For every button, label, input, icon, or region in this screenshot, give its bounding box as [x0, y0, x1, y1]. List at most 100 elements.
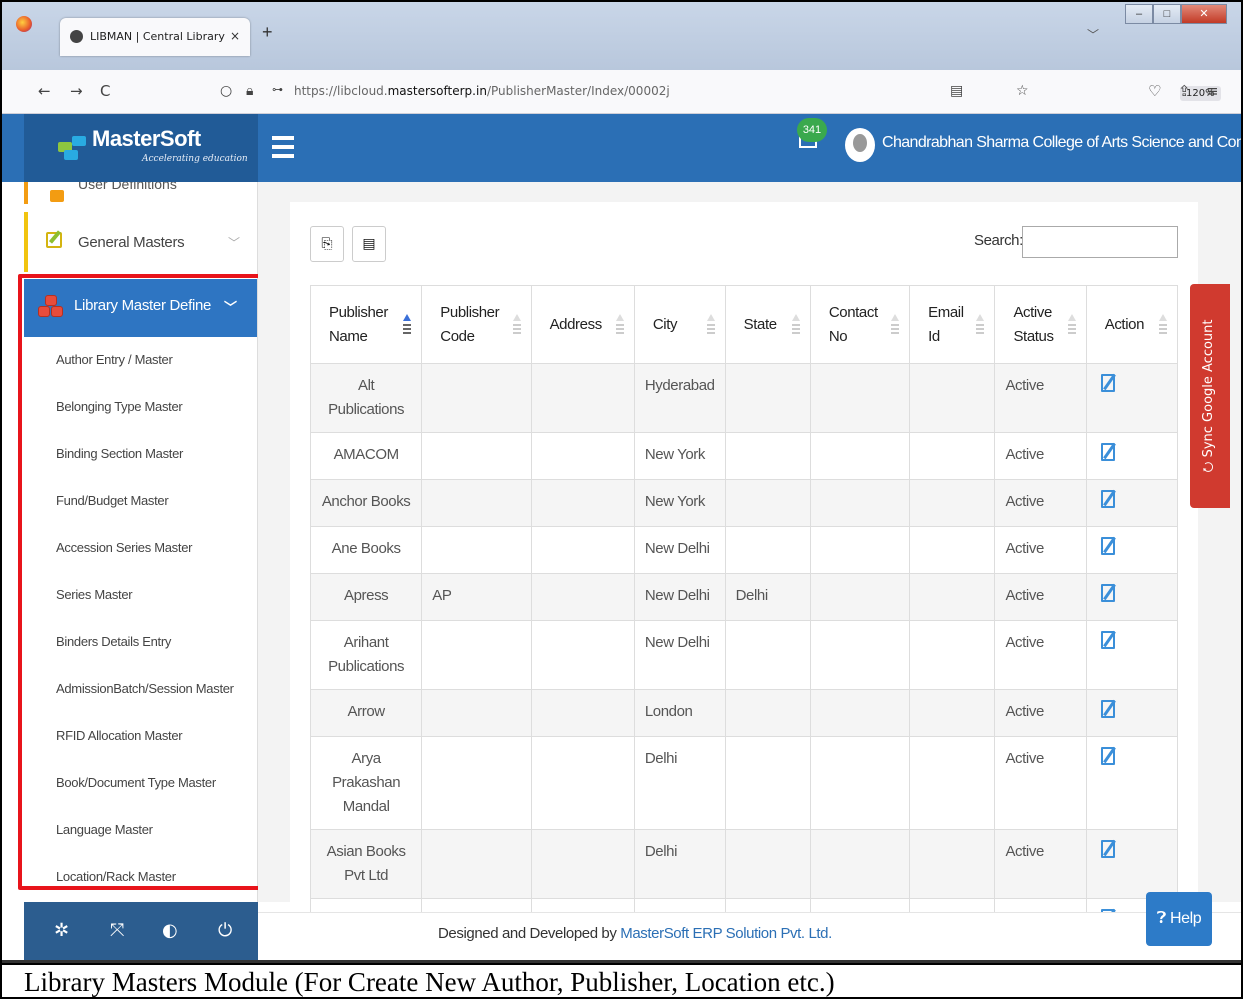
reader-view-icon[interactable]: ▤: [950, 83, 963, 99]
maximize-button[interactable]: □: [1153, 4, 1181, 24]
edit-icon[interactable]: [1100, 747, 1115, 765]
cell-city: [633, 898, 726, 912]
sidebar-item-user-definitions[interactable]: User Definitions: [24, 182, 257, 204]
edit-icon[interactable]: [1100, 840, 1115, 858]
cell-email: [909, 526, 996, 574]
column-header-active-status[interactable]: Active Status: [994, 285, 1087, 364]
edit-icon[interactable]: [1100, 443, 1115, 461]
publisher-panel: ⎘ ▤ Search: Publisher Name Publisher Code …: [290, 202, 1198, 912]
sort-icon: [891, 314, 900, 334]
sidebar-item-label: Library Master Define: [74, 297, 212, 314]
cell-state: [724, 620, 811, 690]
power-icon[interactable]: ⏻: [218, 920, 232, 941]
cell-contact: [809, 689, 911, 737]
footer-company-link[interactable]: MasterSoft ERP Solution Pvt. Ltd.: [620, 925, 832, 942]
window-close-button[interactable]: ✕: [1181, 4, 1227, 24]
export-document-button[interactable]: ▤: [352, 226, 386, 262]
cell-name: Asian Books Pvt Ltd: [309, 829, 423, 899]
forward-button[interactable]: →: [70, 82, 83, 100]
brand-tagline: Accelerating education: [142, 154, 248, 164]
menu-icon[interactable]: ≡: [1206, 82, 1219, 100]
cell-state: [724, 363, 811, 433]
settings-icon[interactable]: ✲: [54, 920, 69, 941]
tab-list-chevron-icon[interactable]: ﹀: [1087, 26, 1099, 43]
submenu-item[interactable]: Accession Series Master: [24, 525, 257, 572]
cell-address: [530, 898, 635, 912]
edit-icon[interactable]: [1100, 584, 1115, 602]
table-row: Apress AP New Delhi Delhi Active: [309, 573, 1179, 621]
column-header-action[interactable]: Action: [1085, 285, 1179, 364]
submenu-item[interactable]: AdmissionBatch/Session Master: [24, 666, 257, 713]
firefox-icon: [16, 16, 32, 32]
cell-city: Hyderabad: [633, 363, 726, 433]
column-header-contact-no[interactable]: Contact No: [809, 285, 911, 364]
column-header-email-id[interactable]: Email Id: [909, 285, 996, 364]
submenu-item[interactable]: Belonging Type Master: [24, 384, 257, 431]
cell-name: Arya Prakashan Mandal: [309, 736, 423, 830]
edit-icon[interactable]: [1100, 490, 1115, 508]
edit-icon[interactable]: [1100, 700, 1115, 718]
submenu-item[interactable]: Fund/Budget Master: [24, 478, 257, 525]
submenu-item[interactable]: Series Master: [24, 572, 257, 619]
share-icon[interactable]: ⇪: [1178, 82, 1191, 100]
cell-action: [1085, 620, 1179, 690]
notification-badge[interactable]: 341: [797, 118, 827, 142]
cell-code: [421, 689, 532, 737]
cell-address: [530, 479, 635, 527]
new-tab-button[interactable]: +: [262, 22, 273, 43]
column-header-publisher-name[interactable]: Publisher Name: [309, 285, 423, 364]
tab-favicon-icon: [70, 30, 83, 43]
copy-button[interactable]: ⎘: [310, 226, 344, 262]
submenu-item[interactable]: RFID Allocation Master: [24, 713, 257, 760]
submenu-item[interactable]: Author Entry / Master: [24, 337, 257, 384]
bookmark-star-icon[interactable]: ☆: [1016, 83, 1029, 99]
fullscreen-icon[interactable]: ⤧: [110, 920, 124, 941]
browser-tab[interactable]: LIBMAN | Central Library ×: [60, 18, 250, 56]
brand-logo[interactable]: MasterSoft Accelerating education: [24, 114, 258, 182]
reload-button[interactable]: C: [100, 82, 110, 100]
column-header-city[interactable]: City: [633, 285, 726, 364]
cell-status: Active: [994, 432, 1087, 480]
avatar[interactable]: [845, 128, 875, 162]
cell-code: [421, 829, 532, 899]
hamburger-menu-icon[interactable]: [272, 136, 294, 158]
help-button[interactable]: ❓︎ Help: [1146, 892, 1212, 946]
table-row: AMACOM New York Active: [309, 432, 1179, 480]
submenu-item[interactable]: Binders Details Entry: [24, 619, 257, 666]
app-header: MasterSoft Accelerating education 341 Ch…: [2, 114, 1241, 182]
table-row: Arya Prakashan Mandal Delhi Active: [309, 736, 1179, 830]
sidebar-item-library-master-define[interactable]: Library Master Define ﹀: [24, 279, 257, 337]
browser-tab-bar: LIBMAN | Central Library × + ﹀ – □ ✕: [2, 2, 1241, 70]
edit-icon[interactable]: [1100, 631, 1115, 649]
cell-state: [724, 898, 811, 912]
column-header-address[interactable]: Address: [530, 285, 635, 364]
pocket-icon[interactable]: ♡: [1148, 82, 1161, 100]
column-header-state[interactable]: State: [724, 285, 811, 364]
college-name[interactable]: Chandrabhan Sharma College of Arts Scien…: [882, 134, 1241, 152]
back-button[interactable]: ←: [38, 82, 51, 100]
sidebar-footer: ✲ ⤧ ◐ ⏻: [24, 902, 258, 960]
publisher-table: Publisher Name Publisher Code Address City…: [309, 285, 1179, 912]
cell-code: AMC: [421, 898, 532, 912]
lock-screen-icon[interactable]: ◐: [162, 920, 178, 941]
sort-icon: [512, 314, 521, 334]
sync-google-account-button[interactable]: ⭮ Sync Google Account: [1190, 284, 1230, 508]
submenu-item[interactable]: Binding Section Master: [24, 431, 257, 478]
sync-label: ⭮ Sync Google Account: [1201, 319, 1216, 473]
sidebar-item-general-masters[interactable]: General Masters ﹀: [24, 212, 257, 272]
url-bar[interactable]: ○ 🔒︎ ⊶ https://libcloud.mastersofterp.in…: [216, 76, 1221, 108]
lock-icon: 🔒︎: [246, 83, 254, 99]
submenu-item[interactable]: Book/Document Type Master: [24, 760, 257, 807]
submenu-item[interactable]: Location/Rack Master: [24, 854, 257, 901]
edit-icon[interactable]: [1100, 537, 1115, 555]
column-header-publisher-code[interactable]: Publisher Code: [421, 285, 532, 364]
edit-icon[interactable]: [1100, 374, 1115, 392]
cell-name: Arihant Publications: [309, 620, 423, 690]
tab-close-button[interactable]: ×: [230, 29, 240, 43]
cell-name: Associated: [309, 898, 423, 912]
submenu-item[interactable]: Language Master: [24, 807, 257, 854]
minimize-button[interactable]: –: [1125, 4, 1153, 24]
table-row: Arrow London Active: [309, 689, 1179, 737]
search-input[interactable]: [1022, 226, 1178, 258]
screenshot-frame: LIBMAN | Central Library × + ﹀ – □ ✕ ← →…: [0, 0, 1243, 999]
